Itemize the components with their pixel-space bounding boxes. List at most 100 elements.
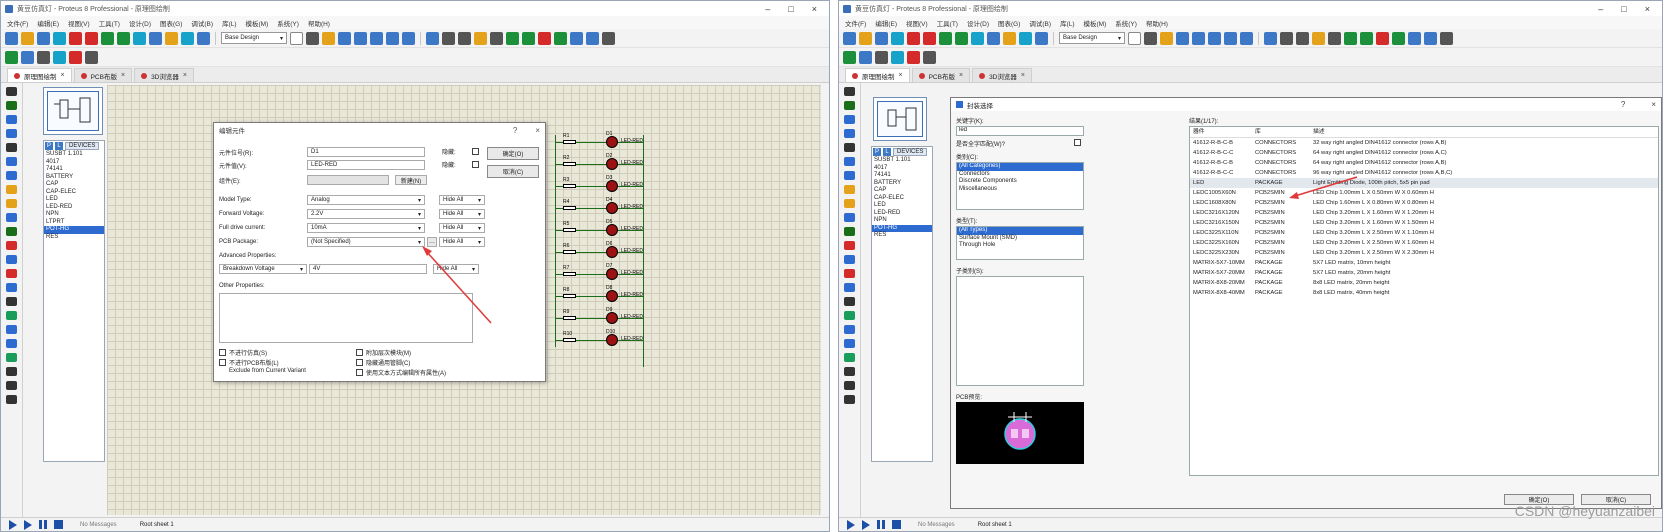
- device-list-item[interactable]: LTPRT: [44, 219, 104, 227]
- zoom-in-icon[interactable]: [354, 31, 367, 45]
- menu-item[interactable]: 帮助(H): [1146, 18, 1168, 28]
- terminal-icon[interactable]: [844, 185, 855, 194]
- make-device-icon[interactable]: [586, 31, 599, 45]
- browse-package-button[interactable]: …: [427, 237, 437, 247]
- block-rotate-icon[interactable]: [1376, 31, 1389, 45]
- type-item[interactable]: Surface Mount (SMD): [957, 235, 1083, 243]
- result-row[interactable]: LEDC3216X120N PCB2SMIN LED Chip 3.20mm L X…: [1190, 208, 1658, 218]
- copy-icon[interactable]: [474, 31, 487, 45]
- netlist-icon[interactable]: [53, 50, 66, 64]
- tab-close-icon[interactable]: ×: [183, 72, 187, 79]
- cut-icon[interactable]: [458, 31, 471, 45]
- text-script-icon[interactable]: [844, 143, 855, 152]
- result-row[interactable]: MATRIX-8X8-40MM PACKAGE 8x8 LED matrix, 40…: [1190, 288, 1658, 298]
- device-list-item[interactable]: RES: [872, 232, 932, 240]
- origin-icon[interactable]: [322, 31, 335, 45]
- component-mode-icon[interactable]: [844, 101, 855, 110]
- result-row[interactable]: LEDC3225X110N PCB2SMIN LED Chip 3.20mm L X…: [1190, 228, 1658, 238]
- pick-devices-button[interactable]: P: [873, 148, 881, 156]
- step-icon[interactable]: [24, 519, 32, 530]
- subcategory-list[interactable]: [956, 276, 1084, 386]
- box-icon[interactable]: [6, 311, 17, 320]
- tab-close-icon[interactable]: ×: [121, 72, 125, 79]
- menu-item[interactable]: 调试(B): [1029, 18, 1051, 28]
- symbol-icon[interactable]: [6, 381, 17, 390]
- device-pin-icon[interactable]: [6, 199, 17, 208]
- menu-item[interactable]: 模板(M): [1084, 18, 1107, 28]
- terminal-icon[interactable]: [6, 185, 17, 194]
- pause-icon[interactable]: [877, 520, 885, 529]
- zoom-all-icon[interactable]: [386, 31, 399, 45]
- selection-mode-icon[interactable]: [844, 87, 855, 96]
- symbol-icon[interactable]: [844, 381, 855, 390]
- path-icon[interactable]: [6, 353, 17, 362]
- block-copy-icon[interactable]: [1344, 31, 1357, 45]
- 3d-icon[interactable]: [971, 31, 984, 45]
- dialog-close-icon[interactable]: ×: [535, 126, 540, 135]
- property-value-field[interactable]: Analog: [307, 195, 425, 205]
- block-delete-icon[interactable]: [554, 31, 567, 45]
- schematic-icon[interactable]: [101, 31, 114, 45]
- close-icon[interactable]: ×: [1645, 4, 1650, 14]
- undo-icon[interactable]: [1264, 31, 1277, 45]
- menu-item[interactable]: 文件(F): [845, 18, 866, 28]
- device-list-item[interactable]: LED-RED: [44, 204, 104, 212]
- help-icon[interactable]: [197, 31, 210, 45]
- circle-icon[interactable]: [844, 325, 855, 334]
- menu-item[interactable]: 模板(M): [246, 18, 269, 28]
- device-list-item[interactable]: BATTERY: [44, 174, 104, 182]
- hide-value-checkbox[interactable]: [472, 161, 479, 168]
- option-checkbox[interactable]: [356, 359, 363, 366]
- result-row[interactable]: LEDC3225X230N PCB2SMIN LED Chip 3.20mm L X…: [1190, 248, 1658, 258]
- device-list-item[interactable]: LED: [44, 196, 104, 204]
- maximize-icon[interactable]: □: [788, 4, 793, 14]
- wire-autorouter-icon[interactable]: [843, 50, 856, 64]
- tab-0[interactable]: 原理图绘制 ×: [845, 68, 910, 82]
- home-icon[interactable]: [85, 31, 98, 45]
- tab-close-icon[interactable]: ×: [959, 72, 963, 79]
- overview-preview[interactable]: [873, 97, 927, 141]
- option-checkbox[interactable]: [356, 349, 363, 356]
- result-row[interactable]: LED PACKAGE Light Emitting Diode, 100th pi…: [1190, 178, 1658, 188]
- bill-icon[interactable]: [85, 50, 98, 64]
- refresh-icon[interactable]: [1128, 31, 1141, 45]
- zoom-area-icon[interactable]: [1240, 31, 1253, 45]
- header-device[interactable]: 器件: [1190, 127, 1255, 137]
- result-row[interactable]: 41612-R-B-C-C CONNECTORS 64 way right angl…: [1190, 148, 1658, 158]
- pause-icon[interactable]: [39, 520, 47, 529]
- close-project-icon[interactable]: [69, 31, 82, 45]
- import-icon[interactable]: [891, 31, 904, 45]
- pan-icon[interactable]: [338, 31, 351, 45]
- led-component[interactable]: [606, 224, 618, 236]
- line-icon[interactable]: [6, 297, 17, 306]
- voltage-probe-icon[interactable]: [844, 255, 855, 264]
- device-list-item[interactable]: SUSBT 1.101: [872, 157, 932, 165]
- category-item[interactable]: Miscellaneous: [957, 186, 1083, 194]
- generator-icon[interactable]: [6, 241, 17, 250]
- close-project-icon[interactable]: [907, 31, 920, 45]
- ref-input[interactable]: D1: [307, 147, 425, 157]
- led-component[interactable]: [606, 158, 618, 170]
- menu-item[interactable]: 系统(Y): [277, 18, 299, 28]
- cancel-button[interactable]: 取消(C): [487, 165, 539, 178]
- property-value-field[interactable]: (Not Specified): [307, 237, 425, 247]
- tab-close-icon[interactable]: ×: [899, 72, 903, 79]
- device-list-item[interactable]: LED: [872, 202, 932, 210]
- open-folder-icon[interactable]: [21, 31, 34, 45]
- device-list-item[interactable]: LED-RED: [872, 210, 932, 218]
- led-component[interactable]: [606, 290, 618, 302]
- stop-icon[interactable]: [892, 520, 901, 529]
- new-file-icon[interactable]: [5, 31, 18, 45]
- advanced-property-select[interactable]: Breakdown Voltage: [219, 264, 307, 274]
- variant-select[interactable]: Base Design ▾: [1059, 32, 1125, 44]
- device-list-item[interactable]: POT-HG: [44, 226, 104, 234]
- new-group-button[interactable]: 新建(N): [395, 175, 427, 185]
- option-checkbox[interactable]: [219, 349, 226, 356]
- led-component[interactable]: [606, 312, 618, 324]
- pick-device-icon[interactable]: [1408, 31, 1421, 45]
- open-folder-icon[interactable]: [859, 31, 872, 45]
- menu-item[interactable]: 库(L): [222, 18, 236, 28]
- led-component[interactable]: [606, 246, 618, 258]
- marker-icon[interactable]: [6, 395, 17, 404]
- block-move-icon[interactable]: [1360, 31, 1373, 45]
